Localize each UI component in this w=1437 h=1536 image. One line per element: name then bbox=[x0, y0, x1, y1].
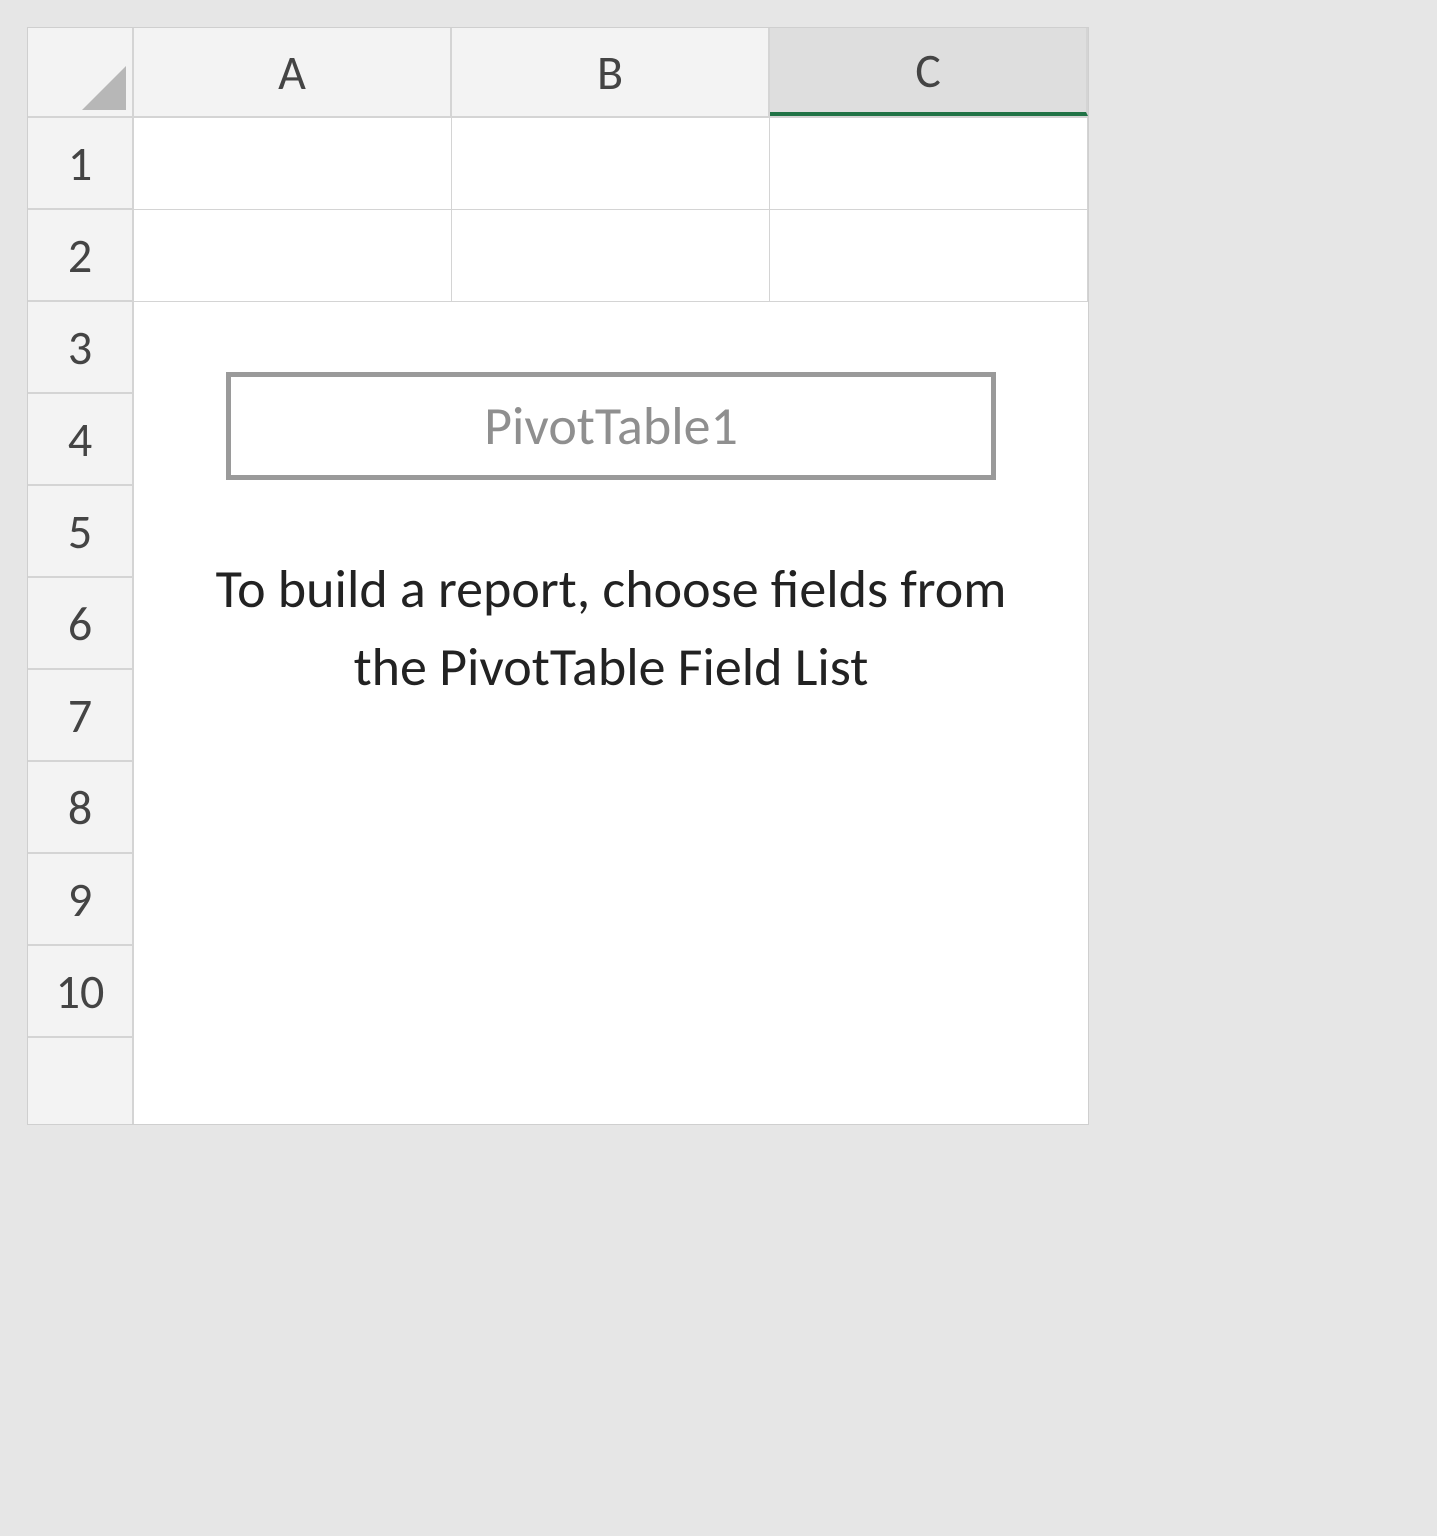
select-all-triangle[interactable] bbox=[28, 28, 134, 116]
row-header-4[interactable]: 4 bbox=[28, 394, 132, 486]
column-header-label: B bbox=[597, 43, 623, 102]
column-headers: A B C bbox=[28, 28, 1088, 118]
row-header-label: 3 bbox=[68, 318, 92, 377]
pivottable-name-box: PivotTable1 bbox=[226, 372, 996, 480]
cell-B2[interactable] bbox=[452, 210, 770, 302]
column-header-A[interactable]: A bbox=[134, 28, 452, 116]
row-header-7[interactable]: 7 bbox=[28, 670, 132, 762]
row-header-label: 5 bbox=[68, 502, 92, 561]
row-header-label: 9 bbox=[68, 870, 92, 929]
pivottable-instruction: To build a report, choose fields from th… bbox=[170, 550, 1052, 707]
cell-A2[interactable] bbox=[134, 210, 452, 302]
row-header-label: 10 bbox=[56, 962, 105, 1021]
grid-body: PivotTable1 To build a report, choose fi… bbox=[134, 118, 1088, 1124]
row-header-label: 1 bbox=[68, 134, 92, 193]
row-header-6[interactable]: 6 bbox=[28, 578, 132, 670]
column-header-C[interactable]: C bbox=[770, 28, 1088, 116]
column-header-label: C bbox=[915, 41, 941, 100]
cell-B1[interactable] bbox=[452, 118, 770, 210]
row-header-5[interactable]: 5 bbox=[28, 486, 132, 578]
pivottable-name-label: PivotTable1 bbox=[484, 393, 738, 459]
pivottable-placeholder[interactable]: PivotTable1 To build a report, choose fi… bbox=[134, 302, 1088, 1124]
row-header-label: 2 bbox=[68, 226, 92, 285]
row-header-8[interactable]: 8 bbox=[28, 762, 132, 854]
row-header-label: 8 bbox=[68, 778, 92, 837]
cell-A1[interactable] bbox=[134, 118, 452, 210]
grid-row bbox=[134, 210, 1088, 302]
select-all-icon bbox=[82, 66, 126, 110]
row-header-label: 6 bbox=[68, 594, 92, 653]
row-header-9[interactable]: 9 bbox=[28, 854, 132, 946]
row-header-label: 4 bbox=[68, 410, 92, 469]
column-header-label: A bbox=[278, 43, 306, 102]
row-headers: 1 2 3 4 5 6 7 8 9 10 bbox=[28, 118, 134, 1124]
row-header-1[interactable]: 1 bbox=[28, 118, 132, 210]
cell-C1[interactable] bbox=[770, 118, 1088, 210]
column-header-B[interactable]: B bbox=[452, 28, 770, 116]
cell-C2[interactable] bbox=[770, 210, 1088, 302]
row-header-3[interactable]: 3 bbox=[28, 302, 132, 394]
spreadsheet-view: A B C 1 2 3 4 5 6 7 8 9 10 PivotTable1 T… bbox=[28, 28, 1088, 1124]
row-header-10[interactable]: 10 bbox=[28, 946, 132, 1038]
row-header-2[interactable]: 2 bbox=[28, 210, 132, 302]
grid-row bbox=[134, 118, 1088, 210]
row-header-label: 7 bbox=[68, 686, 92, 745]
